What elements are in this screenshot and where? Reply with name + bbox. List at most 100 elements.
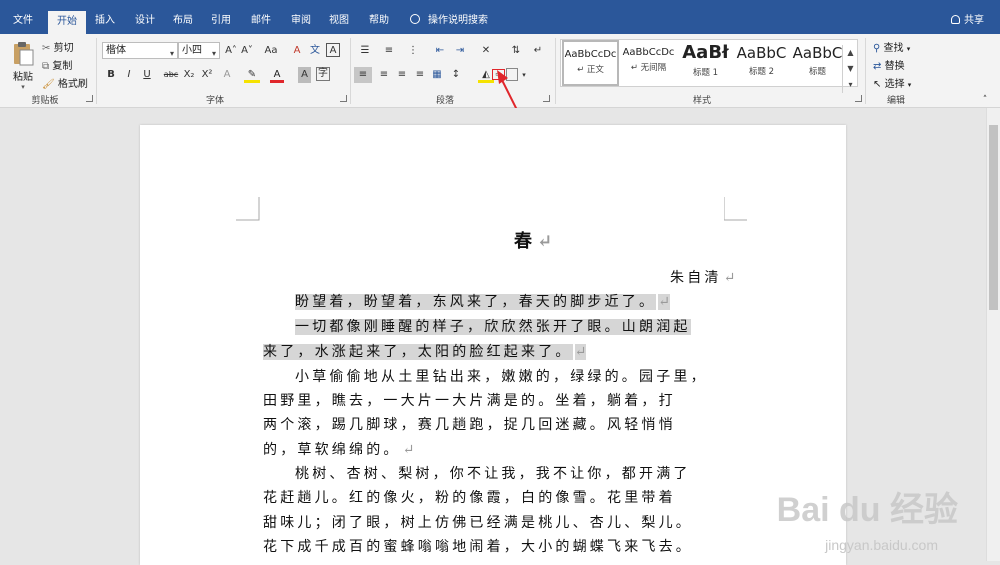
baidu-watermark: Bai du 经验 (776, 491, 958, 529)
change-case-button[interactable]: Aa (260, 43, 282, 59)
phonetic-guide-icon[interactable]: 文 (308, 43, 322, 59)
character-border-icon[interactable]: A (326, 43, 340, 57)
shrink-font-button[interactable]: A˅ (240, 43, 254, 59)
scissors-icon: ✂ (42, 43, 51, 54)
tab-home[interactable]: 开始 (48, 11, 86, 34)
paragraph-line[interactable]: 小草偷偷地从土里钻出来，嫩嫩的，绿绿的。园子里， (295, 367, 708, 387)
format-painter-button[interactable]: 🖌 格式刷 (42, 75, 88, 90)
strikethrough-button[interactable]: abc (162, 67, 180, 83)
font-size-value: 小四 (182, 45, 202, 56)
copy-button[interactable]: ⧉ 复制 (42, 57, 72, 72)
style-preview: AaBł (682, 42, 729, 63)
highlight-color-icon[interactable]: ✎ (244, 67, 260, 83)
enclosed-character-icon[interactable]: 字 (316, 67, 330, 81)
tab-layout[interactable]: 布局 (166, 8, 200, 34)
align-right-icon[interactable]: ≡ (394, 67, 410, 83)
paragraph-line[interactable]: 盼望着，盼望着，东风来了，春天的脚步近了。 ↵ (295, 292, 670, 312)
style-name: 标题 2 (748, 67, 775, 77)
collapse-ribbon-icon[interactable]: ˄ (978, 92, 992, 108)
style-heading-1[interactable]: AaBł 标题 1 (677, 40, 734, 86)
chevron-up-icon[interactable]: ▲ (843, 45, 858, 61)
paragraph-line[interactable]: 甜味儿；闭了眼，树上仿佛已经满是桃儿、杏儿、梨儿。 (263, 513, 693, 533)
increase-indent-icon[interactable]: ⇥ (452, 43, 468, 59)
styles-gallery: AaBbCcDc ↵ 正文 AaBbCcDc ↵ 无间隔 AaBł 标题 1 AaBb… (560, 39, 858, 93)
paragraph-launcher-icon[interactable] (543, 95, 550, 102)
tell-me-search[interactable]: 操作说明搜索 (410, 8, 488, 34)
bullets-icon[interactable]: ☰ (356, 43, 374, 59)
font-name-combo[interactable]: 楷体 ▾ (102, 42, 178, 59)
font-launcher-icon[interactable] (340, 95, 347, 102)
text-effects-icon[interactable]: A (220, 67, 234, 83)
chevron-down-icon: ▾ (169, 49, 174, 58)
paste-dropdown-icon[interactable]: ▾ (8, 83, 38, 91)
select-button[interactable]: ↖ 选择 ▾ (873, 75, 911, 90)
bold-button[interactable]: B (104, 67, 118, 83)
paragraph-mark: ↵ (723, 270, 736, 286)
scrollbar-thumb[interactable] (989, 125, 998, 310)
paragraph-line[interactable]: 一切都像刚睡醒的样子，欣欣然张开了眼。山朗润起 (295, 317, 691, 337)
paragraph-line[interactable]: 花下成千成百的蜜蜂嗡嗡地闹着，大小的蝴蝶飞来飞去。 (263, 537, 693, 557)
tab-view[interactable]: 视图 (322, 8, 356, 34)
decrease-indent-icon[interactable]: ⇤ (432, 43, 448, 59)
show-marks-icon[interactable]: ↵ (530, 43, 546, 59)
tab-insert[interactable]: 插入 (88, 8, 122, 34)
style-preview: AaBbCcDc (622, 47, 675, 58)
style-no-spacing[interactable]: AaBbCcDc ↵ 无间隔 (620, 40, 677, 86)
tab-help[interactable]: 帮助 (362, 8, 396, 34)
cut-button[interactable]: ✂ 剪切 (42, 39, 74, 54)
style-preview: AaBbC (792, 44, 843, 62)
paste-button[interactable]: 粘贴 ▾ (8, 40, 38, 91)
tab-review[interactable]: 审阅 (284, 8, 318, 34)
font-color-icon[interactable]: A (270, 67, 284, 83)
character-shading-icon[interactable]: A (298, 67, 311, 83)
font-size-combo[interactable]: 小四 ▾ (178, 42, 220, 59)
styles-launcher-icon[interactable] (855, 95, 862, 102)
style-title[interactable]: AaBbC 标题 (789, 40, 846, 86)
line-spacing-icon[interactable]: ↕ (448, 67, 464, 83)
paragraph-group-label: 段落 (435, 96, 454, 106)
tab-design[interactable]: 设计 (128, 8, 162, 34)
distributed-icon[interactable]: ▦ (430, 67, 444, 83)
grow-font-button[interactable]: A˄ (224, 43, 238, 59)
chinese-layout-icon[interactable]: ✕ (478, 43, 494, 59)
style-name: ↵ 正文 (577, 65, 604, 75)
numbering-icon[interactable]: ≡ (380, 43, 398, 59)
paragraph-mark: ↵ (574, 344, 587, 360)
paragraph-line[interactable]: 田野里，瞧去，一大片一大片满是的。坐着，躺着，打 (263, 391, 676, 411)
style-heading-2[interactable]: AaBbC 标题 2 (733, 40, 790, 86)
share-label: 共享 (964, 15, 984, 26)
group-divider (350, 38, 351, 104)
paragraph-line[interactable]: 两个滚，踢几脚球，赛几趟跑，捉几回迷藏。风轻悄悄 (263, 415, 676, 435)
vertical-scrollbar[interactable] (986, 108, 1000, 561)
document-title[interactable]: 春 ↵ (514, 232, 552, 252)
tab-mailings[interactable]: 邮件 (244, 8, 278, 34)
paragraph-line[interactable]: 花赶趟儿。红的像火，粉的像霞，白的像雪。花里带着 (263, 488, 676, 508)
line-text: 两个滚，踢几脚球，赛几趟跑，捉几回迷藏。风轻悄悄 (263, 417, 676, 433)
paragraph-line[interactable]: 桃树、杏树、梨树，你不让我，我不让你，都开满了 (295, 464, 691, 484)
subscript-button[interactable]: X₂ (182, 67, 196, 83)
style-normal[interactable]: AaBbCcDc ↵ 正文 (562, 40, 619, 86)
multilevel-list-icon[interactable]: ⋮ (404, 43, 422, 59)
find-button[interactable]: ⚲ 查找 ▾ (873, 39, 910, 54)
paragraph-line[interactable]: 来了，水涨起来了，太阳的脸红起来了。 ↵ (263, 342, 587, 362)
tab-references[interactable]: 引用 (204, 8, 238, 34)
chevron-down-icon[interactable]: ▼ (843, 61, 858, 77)
document-author[interactable]: 朱自清 ↵ (670, 268, 735, 288)
underline-button[interactable]: U (140, 67, 154, 83)
share-button[interactable]: 共享 (951, 8, 984, 34)
chevron-down-icon: ▾ (907, 81, 912, 89)
superscript-button[interactable]: X² (200, 67, 214, 83)
clipboard-launcher-icon[interactable] (86, 95, 93, 102)
line-text: 的，草软绵绵的。 (263, 442, 401, 458)
more-styles-icon[interactable]: ▾ (843, 77, 858, 93)
italic-button[interactable]: I (122, 67, 136, 83)
tab-file[interactable]: 文件 (4, 8, 42, 34)
justify-icon[interactable]: ≡ (412, 67, 428, 83)
sort-icon[interactable]: ⇅ (508, 43, 524, 59)
align-center-icon[interactable]: ≡ (376, 67, 392, 83)
paragraph-line[interactable]: 的，草软绵绵的。 ↵ (263, 440, 414, 460)
clear-formatting-icon[interactable]: A (290, 43, 304, 59)
format-painter-label: 格式刷 (57, 79, 88, 90)
replace-button[interactable]: ⇄ 替换 (873, 57, 905, 72)
align-left-icon[interactable]: ≡ (354, 67, 372, 83)
